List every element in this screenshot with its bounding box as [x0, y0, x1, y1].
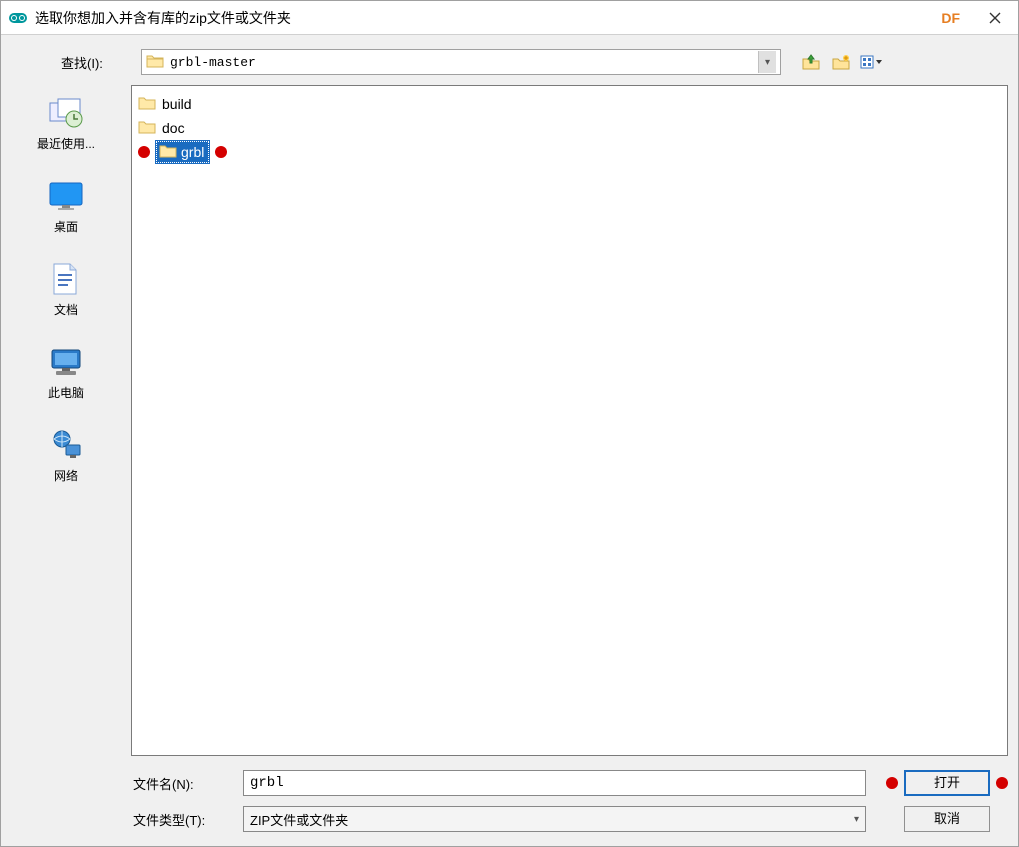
filetype-row: 文件类型(T): ZIP文件或文件夹 ▾ 取消: [131, 806, 1008, 832]
file-area: build doc grbl: [131, 85, 1008, 846]
filetype-label: 文件类型(T):: [131, 810, 231, 829]
annotation-dot: [215, 146, 227, 158]
place-network[interactable]: 网络: [16, 427, 116, 484]
place-thispc[interactable]: 此电脑: [16, 344, 116, 401]
thispc-icon: [48, 344, 84, 380]
annotation-dot: [138, 146, 150, 158]
filename-input[interactable]: [243, 770, 866, 796]
file-name: build: [162, 96, 192, 112]
file-name: grbl: [181, 144, 204, 160]
documents-icon: [48, 261, 84, 297]
place-thispc-label: 此电脑: [48, 384, 84, 401]
folder-icon: [146, 53, 164, 72]
titlebar: 选取你想加入并含有库的zip文件或文件夹 DF: [1, 1, 1018, 35]
close-button[interactable]: [980, 3, 1010, 33]
filetype-value: ZIP文件或文件夹: [250, 810, 348, 829]
look-in-combo[interactable]: grbl-master ▾: [141, 49, 781, 75]
file-list[interactable]: build doc grbl: [131, 85, 1008, 756]
place-recent-label: 最近使用...: [37, 135, 95, 152]
navigation-toolbar: [799, 50, 883, 74]
folder-icon: [138, 119, 156, 138]
folder-up-icon[interactable]: [799, 50, 823, 74]
open-button[interactable]: 打开: [904, 770, 990, 796]
annotation-dot: [886, 777, 898, 789]
filename-label: 文件名(N):: [131, 774, 231, 793]
cancel-button[interactable]: 取消: [904, 806, 990, 832]
look-in-row: 查找(I): grbl-master ▾: [1, 35, 1018, 85]
brand-label: DF: [941, 10, 960, 26]
places-bar: 最近使用... 桌面 文档: [1, 85, 131, 846]
folder-icon: [159, 143, 177, 162]
place-network-label: 网络: [54, 467, 78, 484]
chevron-down-icon[interactable]: ▾: [758, 51, 776, 73]
dialog-body: 查找(I): grbl-master ▾: [1, 35, 1018, 846]
network-icon: [48, 427, 84, 463]
file-item-grbl[interactable]: grbl: [136, 140, 1003, 164]
place-desktop-label: 桌面: [54, 218, 78, 235]
desktop-icon: [48, 178, 84, 214]
new-folder-icon[interactable]: [829, 50, 853, 74]
window-title: 选取你想加入并含有库的zip文件或文件夹: [35, 8, 941, 28]
file-name: doc: [162, 120, 185, 136]
filetype-combo[interactable]: ZIP文件或文件夹 ▾: [243, 806, 866, 832]
look-in-value: grbl-master: [170, 55, 758, 70]
place-documents-label: 文档: [54, 301, 78, 318]
arduino-icon: [9, 9, 27, 27]
annotation-dot: [996, 777, 1008, 789]
titlebar-right: DF: [941, 3, 1010, 33]
look-in-label: 查找(I):: [61, 53, 131, 72]
main-row: 最近使用... 桌面 文档: [1, 85, 1018, 846]
file-open-dialog: 选取你想加入并含有库的zip文件或文件夹 DF 查找(I): grbl-mast…: [0, 0, 1019, 847]
place-desktop[interactable]: 桌面: [16, 178, 116, 235]
file-item-doc[interactable]: doc: [136, 116, 1003, 140]
filename-row: 文件名(N): 打开: [131, 770, 1008, 796]
view-menu-icon[interactable]: [859, 50, 883, 74]
file-item-build[interactable]: build: [136, 92, 1003, 116]
place-documents[interactable]: 文档: [16, 261, 116, 318]
folder-icon: [138, 95, 156, 114]
place-recent[interactable]: 最近使用...: [16, 95, 116, 152]
recent-icon: [48, 95, 84, 131]
bottom-controls: 文件名(N): 打开 文件类型(T): ZIP文件或文件夹 ▾: [131, 766, 1008, 846]
chevron-down-icon: ▾: [854, 814, 859, 825]
